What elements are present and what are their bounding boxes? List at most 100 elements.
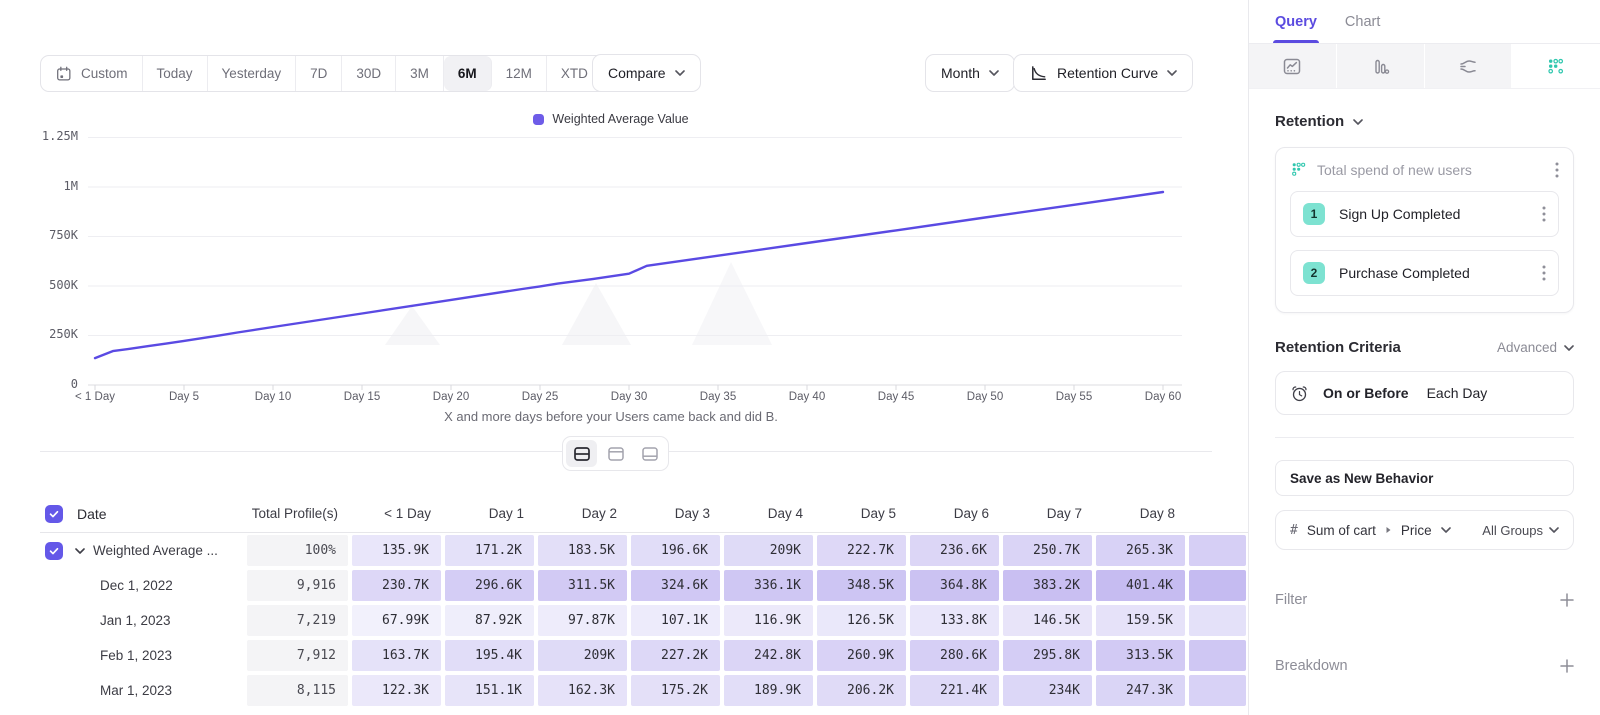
- table-only-toggle[interactable]: [634, 440, 665, 467]
- range-custom[interactable]: Custom: [41, 56, 143, 91]
- heat-cell: 146.5K: [1001, 603, 1094, 638]
- retention-tool[interactable]: [1512, 44, 1600, 88]
- heat-cell-partial: [1187, 533, 1248, 568]
- heat-cell: 206.2K: [815, 673, 908, 708]
- event-menu-button[interactable]: [1542, 265, 1546, 281]
- heat-cell: 171.2K: [443, 533, 536, 568]
- chevron-down-icon: [989, 70, 999, 76]
- groups-selector[interactable]: All Groups: [1482, 523, 1559, 538]
- heat-cell: 250.7K: [1001, 533, 1094, 568]
- heat-cell-partial: [1187, 603, 1248, 638]
- range-12m[interactable]: 12M: [492, 56, 547, 91]
- heat-cell: 295.8K: [1001, 638, 1094, 673]
- x-tick-label: Day 15: [317, 391, 407, 403]
- heat-cell: 97.87K: [536, 603, 629, 638]
- criteria-mode-selector[interactable]: Advanced: [1497, 340, 1574, 355]
- measure-selector[interactable]: # Sum of cart Price All Groups: [1275, 510, 1574, 550]
- kebab-menu-icon: [1555, 162, 1559, 178]
- event-step-2[interactable]: 2 Purchase Completed: [1290, 250, 1559, 296]
- heat-cell: 364.8K: [908, 568, 1001, 603]
- save-as-new-behavior-button[interactable]: Save as New Behavior: [1275, 460, 1574, 496]
- heat-cell: 122.3K: [350, 673, 443, 708]
- legend-swatch: [533, 114, 544, 125]
- column-header: Day 7: [1001, 506, 1094, 521]
- heat-cell: 162.3K: [536, 673, 629, 708]
- add-breakdown-button[interactable]: [1560, 659, 1574, 673]
- add-filter-button[interactable]: [1560, 593, 1574, 607]
- x-tick-label: Day 20: [406, 391, 496, 403]
- retention-timing-selector[interactable]: On or Before Each Day: [1275, 371, 1574, 415]
- y-tick-label: 1.25M: [24, 129, 78, 143]
- range-3m[interactable]: 3M: [396, 56, 444, 91]
- chart-type-button[interactable]: Retention Curve: [1013, 54, 1193, 92]
- heat-cell: 324.6K: [629, 568, 722, 603]
- x-tick-label: Day 40: [762, 391, 852, 403]
- row-label: Weighted Average ...: [93, 543, 218, 558]
- timing-mode: On or Before: [1323, 385, 1409, 401]
- table-row[interactable]: Mar 1, 20238,115122.3K151.1K162.3K175.2K…: [40, 673, 1248, 708]
- chevron-down-icon: [675, 70, 685, 76]
- range-today[interactable]: Today: [143, 56, 208, 91]
- heat-cell: 189.9K: [722, 673, 815, 708]
- total-profiles-cell: 100%: [245, 533, 350, 568]
- chart-only-icon: [607, 445, 625, 463]
- heat-cell: 401.4K: [1094, 568, 1187, 603]
- numeric-property-icon: #: [1290, 523, 1298, 538]
- heat-cell: 247.3K: [1094, 673, 1187, 708]
- tab-chart[interactable]: Chart: [1345, 0, 1380, 43]
- column-header: Day 6: [908, 506, 1001, 521]
- insights-chart-tool[interactable]: [1249, 44, 1337, 88]
- x-tick-label: Day 50: [940, 391, 1030, 403]
- compare-button[interactable]: Compare: [592, 54, 701, 92]
- chevron-down-icon: [1549, 527, 1559, 533]
- table-header-row: DateTotal Profile(s)< 1 DayDay 1Day 2Day…: [40, 495, 1248, 533]
- table-row[interactable]: Jan 1, 20237,21967.99K87.92K97.87K107.1K…: [40, 603, 1248, 638]
- chevron-down-icon: [1167, 70, 1177, 76]
- table-row[interactable]: Weighted Average ...100%135.9K171.2K183.…: [40, 533, 1248, 568]
- flows-icon: [1458, 57, 1478, 76]
- column-chart-icon: [1371, 57, 1390, 76]
- flows-tool[interactable]: [1425, 44, 1513, 88]
- event-menu-button[interactable]: [1542, 206, 1546, 222]
- range-30d[interactable]: 30D: [342, 56, 396, 91]
- sidebar-tabs: Query Chart: [1249, 0, 1600, 44]
- chevron-down-icon: [1564, 345, 1574, 351]
- chevron-down-icon: [1441, 527, 1451, 533]
- range-7d[interactable]: 7D: [296, 56, 342, 91]
- behavior-menu-button[interactable]: [1555, 162, 1559, 178]
- heat-cell: 311.5K: [536, 568, 629, 603]
- heat-cell: 280.6K: [908, 638, 1001, 673]
- table-row[interactable]: Feb 1, 20237,912163.7K195.4K209K227.2K24…: [40, 638, 1248, 673]
- x-tick-label: Day 60: [1118, 391, 1208, 403]
- event-step-1[interactable]: 1 Sign Up Completed: [1290, 191, 1559, 237]
- table-row[interactable]: Dec 1, 20229,916230.7K296.6K311.5K324.6K…: [40, 568, 1248, 603]
- range-6m[interactable]: 6M: [444, 56, 492, 91]
- range-yesterday[interactable]: Yesterday: [208, 56, 297, 91]
- heat-cell: 236.6K: [908, 533, 1001, 568]
- heat-cell: 135.9K: [350, 533, 443, 568]
- analysis-type-selector[interactable]: Retention: [1275, 113, 1574, 130]
- tab-query[interactable]: Query: [1275, 0, 1317, 43]
- expand-row-chevron[interactable]: [75, 548, 85, 554]
- analysis-type-toolbar: [1249, 44, 1600, 89]
- column-header: Date: [77, 506, 107, 522]
- split-view-toggle[interactable]: [566, 440, 597, 467]
- column-header: Day 1: [443, 506, 536, 521]
- watermark-triangle: [562, 283, 631, 345]
- table-only-icon: [641, 445, 659, 463]
- funnels-tool[interactable]: [1337, 44, 1425, 88]
- heat-cell: 126.5K: [815, 603, 908, 638]
- row-checkbox[interactable]: [45, 542, 63, 560]
- granularity-button[interactable]: Month: [925, 54, 1015, 92]
- row-checkbox[interactable]: [45, 505, 63, 523]
- row-label: Feb 1, 2023: [100, 648, 172, 663]
- heat-cell: 336.1K: [722, 568, 815, 603]
- chart-only-toggle[interactable]: [600, 440, 631, 467]
- calendar-icon: [55, 65, 73, 83]
- watermark-triangle: [692, 262, 772, 345]
- heat-cell: 67.99K: [350, 603, 443, 638]
- measure-property: Price: [1401, 523, 1432, 538]
- total-profiles-cell: 9,916: [245, 568, 350, 603]
- x-tick-label: Day 55: [1029, 391, 1119, 403]
- column-header: Total Profile(s): [245, 506, 350, 521]
